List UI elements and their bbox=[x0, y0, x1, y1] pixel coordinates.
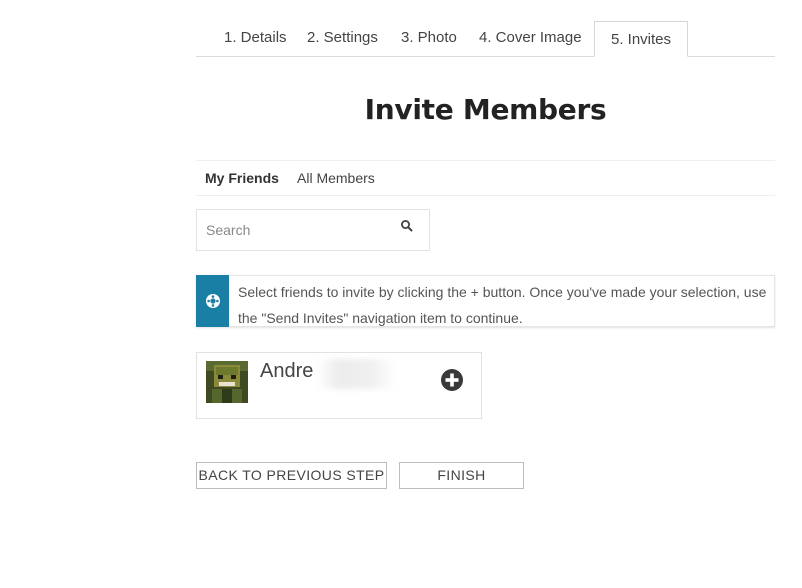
subnav-all-members[interactable]: All Members bbox=[297, 161, 375, 195]
page-title: Invite Members bbox=[364, 93, 607, 126]
search-input[interactable] bbox=[197, 210, 396, 250]
tab-cover-image[interactable]: 4. Cover Image bbox=[479, 21, 582, 56]
tab-details[interactable]: 1. Details bbox=[224, 21, 287, 56]
wizard-tabs: 1. Details 2. Settings 3. Photo 4. Cover… bbox=[196, 21, 775, 57]
search-icon[interactable] bbox=[400, 219, 414, 233]
invite-subnav: My Friends All Members bbox=[196, 160, 775, 196]
search-box bbox=[196, 209, 430, 251]
tab-settings[interactable]: 2. Settings bbox=[307, 21, 378, 56]
subnav-my-friends[interactable]: My Friends bbox=[205, 161, 279, 195]
list-item: Andre bbox=[196, 352, 482, 419]
finish-button[interactable]: FINISH bbox=[399, 462, 524, 489]
notice-text: Select friends to invite by clicking the… bbox=[238, 284, 767, 326]
notice-accent-bar bbox=[196, 275, 229, 327]
redaction-blur bbox=[320, 359, 394, 389]
create-group-page: 1. Details 2. Settings 3. Photo 4. Cover… bbox=[0, 0, 802, 588]
plus-circle-icon[interactable] bbox=[440, 368, 464, 392]
member-name[interactable]: Andre bbox=[260, 360, 313, 383]
tab-invites[interactable]: 5. Invites bbox=[594, 21, 689, 57]
avatar[interactable] bbox=[206, 361, 248, 403]
back-to-previous-step-button[interactable]: BACK TO PREVIOUS STEP bbox=[196, 462, 387, 489]
info-notice: Select friends to invite by clicking the… bbox=[196, 275, 775, 327]
tab-photo[interactable]: 3. Photo bbox=[401, 21, 457, 56]
info-icon bbox=[206, 294, 220, 308]
